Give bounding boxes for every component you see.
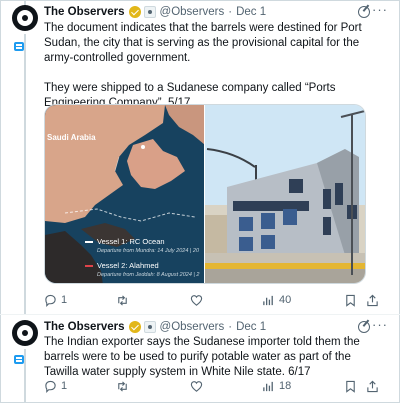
company-building-photo[interactable] [205, 105, 365, 283]
repost-button[interactable] [116, 292, 133, 308]
like-icon [190, 380, 203, 392]
reply-icon [45, 294, 56, 307]
share-icon [367, 294, 378, 306]
views-count: 18 [279, 380, 292, 392]
views-button[interactable]: 40 [262, 292, 291, 308]
verified-badge-icon [128, 321, 141, 333]
views-count: 40 [279, 294, 292, 306]
vessel-2-detail: Departure from Jeddah: 8 August 2024 | 2 [97, 272, 200, 278]
vessel-1-marker [85, 241, 93, 244]
vessel-2-label: Vessel 2: Alahmed [85, 261, 159, 270]
bookmark-icon [346, 380, 355, 393]
tweet-header: The Observers @Observers · Dec 1 [44, 319, 266, 335]
map-country-label: Saudi Arabia [47, 133, 96, 142]
like-icon [190, 294, 203, 306]
grok-icon[interactable] [358, 6, 370, 18]
author-avatar[interactable] [12, 5, 38, 31]
tweet-date[interactable]: Dec 1 [236, 6, 266, 18]
more-icon[interactable]: ··· [372, 2, 388, 17]
tweet-paragraph: The Indian exporter says the Sudanese im… [44, 336, 360, 378]
reply-button[interactable]: 1 [44, 378, 67, 394]
vessel-2-marker [85, 265, 93, 268]
author-handle[interactable]: @Observers [160, 6, 225, 18]
bookmark-button[interactable] [344, 378, 357, 394]
repost-icon [118, 380, 127, 392]
thread-line [24, 34, 26, 314]
share-icon [367, 380, 378, 392]
repost-icon [118, 294, 127, 306]
share-button[interactable] [366, 292, 379, 308]
like-button[interactable] [190, 292, 207, 308]
repost-button[interactable] [116, 378, 133, 394]
reply-icon [45, 380, 56, 393]
author-name[interactable]: The Observers [44, 6, 125, 18]
author-name[interactable]: The Observers [44, 321, 125, 333]
grok-icon[interactable] [358, 321, 370, 333]
tweet-5-of-17[interactable]: The Observers @Observers · Dec 1 ··· The… [0, 0, 400, 314]
separator-dot: · [228, 6, 233, 18]
bookmark-button[interactable] [344, 292, 357, 308]
reply-button[interactable]: 1 [44, 292, 67, 308]
views-icon [263, 381, 273, 391]
verified-badge-icon [128, 6, 141, 18]
affiliate-badge-icon[interactable] [143, 6, 156, 18]
tweet-actions: 1 18 [44, 378, 388, 394]
tweet-header: The Observers @Observers · Dec 1 [44, 4, 266, 20]
shipping-route-map[interactable]: Saudi Arabia Vessel 1: RC Ocean Departur… [45, 105, 204, 283]
thread-marker-icon [14, 355, 24, 364]
views-icon [263, 295, 273, 305]
tweet-text: The document indicates that the barrels … [44, 21, 388, 111]
thread-line [24, 349, 26, 403]
reply-count: 1 [61, 294, 68, 306]
separator-dot: · [228, 321, 233, 333]
tweet-paragraph: The document indicates that the barrels … [44, 22, 362, 64]
share-button[interactable] [366, 378, 379, 394]
author-handle[interactable]: @Observers [160, 321, 225, 333]
bookmark-icon [346, 294, 355, 307]
tweet-date[interactable]: Dec 1 [236, 321, 266, 333]
like-button[interactable] [190, 378, 207, 394]
vessel-1-label: Vessel 1: RC Ocean [85, 237, 165, 246]
tweet-text: The Indian exporter says the Sudanese im… [44, 335, 388, 380]
tweet-actions: 1 40 [44, 292, 388, 308]
more-icon[interactable]: ··· [372, 317, 388, 332]
affiliate-badge-icon[interactable] [143, 321, 156, 333]
tweet-6-of-17[interactable]: The Observers @Observers · Dec 1 ··· The… [0, 315, 400, 403]
author-avatar[interactable] [12, 320, 38, 346]
tweet-media[interactable]: Saudi Arabia Vessel 1: RC Ocean Departur… [44, 104, 366, 284]
reply-count: 1 [61, 380, 68, 392]
vessel-1-detail: Departure from Mundra: 14 July 2024 | 20 [97, 248, 200, 254]
views-button[interactable]: 18 [262, 378, 291, 394]
